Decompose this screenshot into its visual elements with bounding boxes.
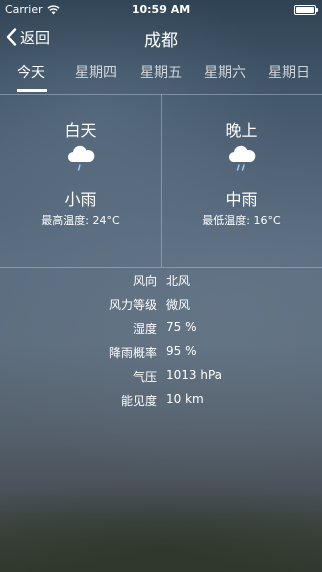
detail-label: 湿度 — [132, 322, 157, 336]
detail-value: 10 km — [166, 392, 204, 406]
tab-friday[interactable]: 星期五 — [140, 62, 182, 82]
tab-thursday[interactable]: 星期四 — [75, 62, 117, 82]
page-title: 成都 — [144, 31, 178, 51]
detail-row-wind-level: 风力等级 微风 — [0, 296, 322, 316]
tab-saturday[interactable]: 星期六 — [204, 62, 246, 82]
detail-row-visibility: 能见度 10 km — [0, 392, 322, 412]
detail-label: 气压 — [132, 370, 157, 384]
detail-label: 能见度 — [120, 394, 157, 408]
day-period-label: 白天 — [64, 121, 97, 140]
detail-label: 降雨概率 — [108, 346, 157, 360]
light-rain-cloud-icon — [67, 145, 94, 171]
day-forecast-panel: 白天 小雨 最高温度: 24°C — [0, 94, 161, 267]
status-bar: Carrier 10:59 AM — [0, 0, 322, 20]
detail-label: 风力等级 — [108, 298, 157, 312]
detail-row-pressure: 气压 1013 hPa — [0, 368, 322, 388]
detail-row-rain-probability: 降雨概率 95 % — [0, 344, 322, 364]
navigation-bar: 返回 成都 — [0, 20, 322, 56]
tab-today[interactable]: 今天 — [17, 62, 45, 82]
day-tabs: 今天 星期四 星期五 星期六 星期日 — [0, 57, 322, 95]
status-time: 10:59 AM — [131, 3, 191, 16]
night-low-temp: 最低温度: 16°C — [202, 214, 281, 227]
night-forecast-panel: 晚上 中雨 最低温度: 16°C — [161, 94, 322, 267]
active-tab-indicator — [17, 89, 47, 92]
day-high-temp: 最高温度: 24°C — [41, 214, 120, 227]
detail-value: 1013 hPa — [166, 368, 223, 382]
battery-icon — [294, 5, 318, 15]
detail-value: 75 % — [166, 320, 197, 334]
tab-sunday[interactable]: 星期日 — [268, 62, 310, 82]
detail-value: 微风 — [166, 298, 191, 312]
detail-label: 风向 — [132, 274, 157, 288]
detail-row-wind-direction: 风向 北风 — [0, 272, 322, 292]
detail-value: 北风 — [166, 274, 191, 288]
rain-cloud-icon — [228, 145, 255, 171]
night-condition: 中雨 — [225, 190, 258, 209]
divider — [0, 267, 322, 268]
detail-row-humidity: 湿度 75 % — [0, 320, 322, 340]
night-period-label: 晚上 — [225, 121, 258, 140]
day-condition: 小雨 — [64, 190, 97, 209]
detail-value: 95 % — [166, 344, 197, 358]
